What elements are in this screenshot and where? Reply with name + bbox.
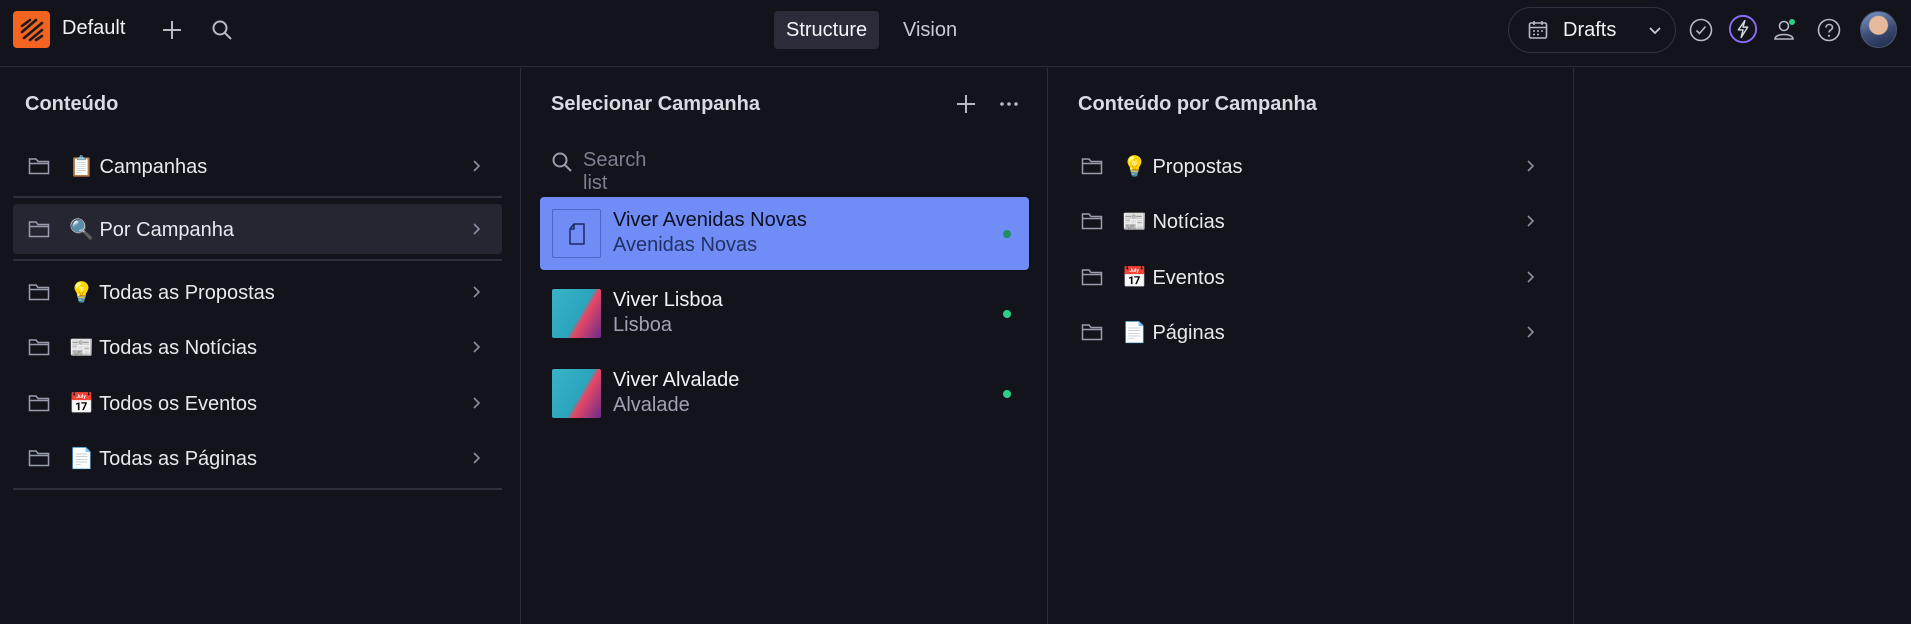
- chevron-right-icon: [473, 223, 481, 235]
- top-bar: Default Structure Vision Drafts: [0, 0, 1911, 67]
- chevron-right-icon: [473, 160, 481, 172]
- help-icon[interactable]: [1814, 15, 1844, 45]
- folder-icon: [28, 395, 50, 412]
- pane-title-campaigns: Selecionar Campanha: [551, 93, 760, 115]
- avatar[interactable]: [1860, 11, 1897, 48]
- tab-vision[interactable]: Vision: [891, 11, 969, 49]
- plus-icon[interactable]: [951, 89, 981, 119]
- pane-divider[interactable]: [520, 68, 521, 624]
- content-item-por-campanha[interactable]: 🔍 Por Campanha: [13, 204, 502, 254]
- folder-icon: [1081, 213, 1103, 230]
- campaign-title: Viver Lisboa: [613, 289, 723, 311]
- more-icon[interactable]: [994, 89, 1024, 119]
- chevron-right-icon: [473, 397, 481, 409]
- campaign-subtitle: Avenidas Novas: [613, 234, 758, 256]
- check-circle-icon[interactable]: [1686, 15, 1716, 45]
- by-campaign-item-label: 📰 Notícias: [1122, 211, 1225, 233]
- content-item-noticias[interactable]: 📰 Todas as Notícias: [13, 322, 502, 372]
- folder-icon: [28, 284, 50, 301]
- document-icon: [552, 209, 601, 258]
- pane-divider[interactable]: [1047, 68, 1048, 624]
- release-selector[interactable]: Drafts: [1508, 7, 1676, 53]
- campaign-subtitle: Lisboa: [613, 314, 672, 336]
- content-item-propostas[interactable]: 💡 Todas as Propostas: [13, 267, 502, 317]
- by-campaign-item-noticias[interactable]: 📰 Notícias: [1066, 196, 1546, 246]
- calendar-icon: [1523, 15, 1553, 45]
- logo-icon: [20, 18, 43, 41]
- by-campaign-item-label: 📄 Páginas: [1122, 322, 1225, 344]
- campaign-thumbnail: [552, 289, 601, 338]
- by-campaign-item-label: 💡 Propostas: [1122, 156, 1243, 178]
- status-dot: [1003, 390, 1011, 398]
- chevron-right-icon: [1527, 160, 1535, 172]
- chevron-right-icon: [473, 286, 481, 298]
- bolt-icon[interactable]: [1728, 14, 1758, 44]
- content-item-label: 📰 Todas as Notícias: [69, 337, 257, 359]
- release-label: Drafts: [1563, 19, 1617, 41]
- campaign-item-alvalade[interactable]: Viver Alvalade Alvalade: [540, 357, 1029, 430]
- folder-icon: [28, 339, 50, 356]
- campaign-item-avenidas-novas[interactable]: Viver Avenidas Novas Avenidas Novas: [540, 197, 1029, 270]
- by-campaign-item-label: 📅 Eventos: [1122, 267, 1225, 289]
- chevron-right-icon: [1527, 326, 1535, 338]
- campaign-subtitle: Alvalade: [613, 394, 690, 416]
- campaign-title: Viver Alvalade: [613, 369, 740, 391]
- pane-title-content: Conteúdo: [25, 93, 119, 115]
- status-dot: [1003, 310, 1011, 318]
- folder-icon: [1081, 269, 1103, 286]
- divider: [13, 259, 502, 261]
- content-item-label: 🔍 Por Campanha: [69, 219, 234, 241]
- pane-title-by-campaign: Conteúdo por Campanha: [1078, 93, 1317, 115]
- chevron-right-icon: [473, 341, 481, 353]
- campaign-thumbnail: [552, 369, 601, 418]
- content-item-paginas[interactable]: 📄 Todas as Páginas: [13, 433, 502, 483]
- folder-icon: [1081, 324, 1103, 341]
- content-item-label: 📋 Campanhas: [69, 156, 208, 178]
- workspace-name[interactable]: Default: [62, 17, 125, 40]
- divider: [13, 196, 502, 198]
- chevron-right-icon: [1527, 215, 1535, 227]
- search-icon[interactable]: [207, 15, 237, 45]
- campaign-item-lisboa[interactable]: Viver Lisboa Lisboa: [540, 277, 1029, 350]
- plus-icon[interactable]: [157, 15, 187, 45]
- divider: [13, 488, 502, 490]
- content-item-label: 📅 Todos os Eventos: [69, 393, 257, 415]
- content-item-label: 💡 Todas as Propostas: [69, 282, 275, 304]
- folder-icon: [28, 158, 50, 175]
- content-item-campanhas[interactable]: 📋 Campanhas: [13, 141, 502, 191]
- pane-divider[interactable]: [1573, 68, 1574, 624]
- search-icon: [552, 152, 572, 172]
- content-item-label: 📄 Todas as Páginas: [69, 448, 257, 470]
- folder-icon: [28, 221, 50, 238]
- chevron-right-icon: [473, 452, 481, 464]
- campaign-title: Viver Avenidas Novas: [613, 209, 807, 231]
- by-campaign-item-propostas[interactable]: 💡 Propostas: [1066, 141, 1546, 191]
- by-campaign-item-paginas[interactable]: 📄 Páginas: [1066, 307, 1546, 357]
- search-input[interactable]: Search list: [583, 149, 646, 195]
- chevron-down-icon: [1640, 15, 1670, 45]
- tab-structure[interactable]: Structure: [774, 11, 880, 49]
- content-item-eventos[interactable]: 📅 Todos os Eventos: [13, 378, 502, 428]
- status-dot: [1003, 230, 1011, 238]
- folder-icon: [28, 450, 50, 467]
- folder-icon: [1081, 158, 1103, 175]
- users-icon[interactable]: [1771, 15, 1801, 45]
- studio-logo[interactable]: [13, 11, 50, 48]
- by-campaign-item-eventos[interactable]: 📅 Eventos: [1066, 252, 1546, 302]
- chevron-right-icon: [1527, 271, 1535, 283]
